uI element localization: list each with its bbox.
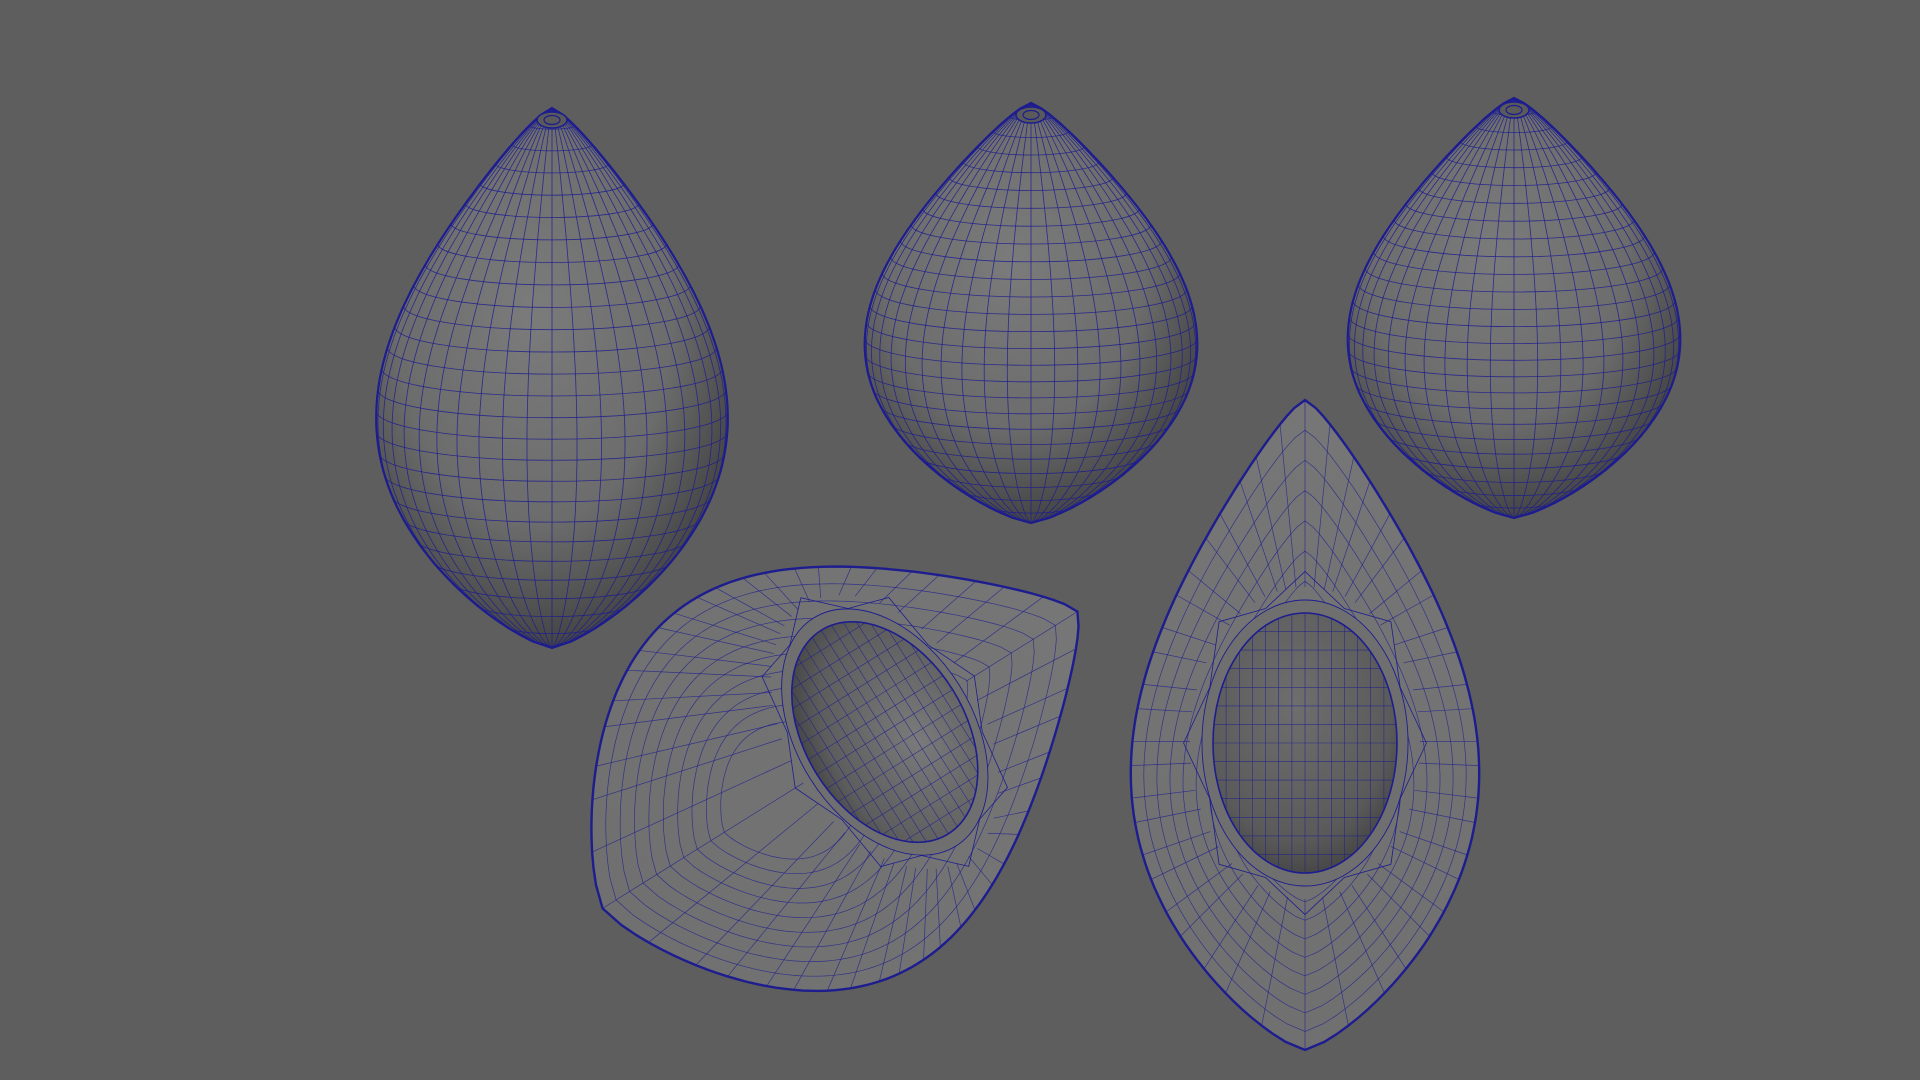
avocado-half-upright[interactable] <box>1129 398 1481 1052</box>
avocado-whole-center[interactable] <box>863 101 1199 525</box>
3d-viewport[interactable] <box>0 0 1920 1080</box>
avocado-whole-right[interactable] <box>1346 96 1682 520</box>
avocado-whole-left[interactable] <box>375 106 729 650</box>
scene-canvas[interactable] <box>0 0 1920 1080</box>
